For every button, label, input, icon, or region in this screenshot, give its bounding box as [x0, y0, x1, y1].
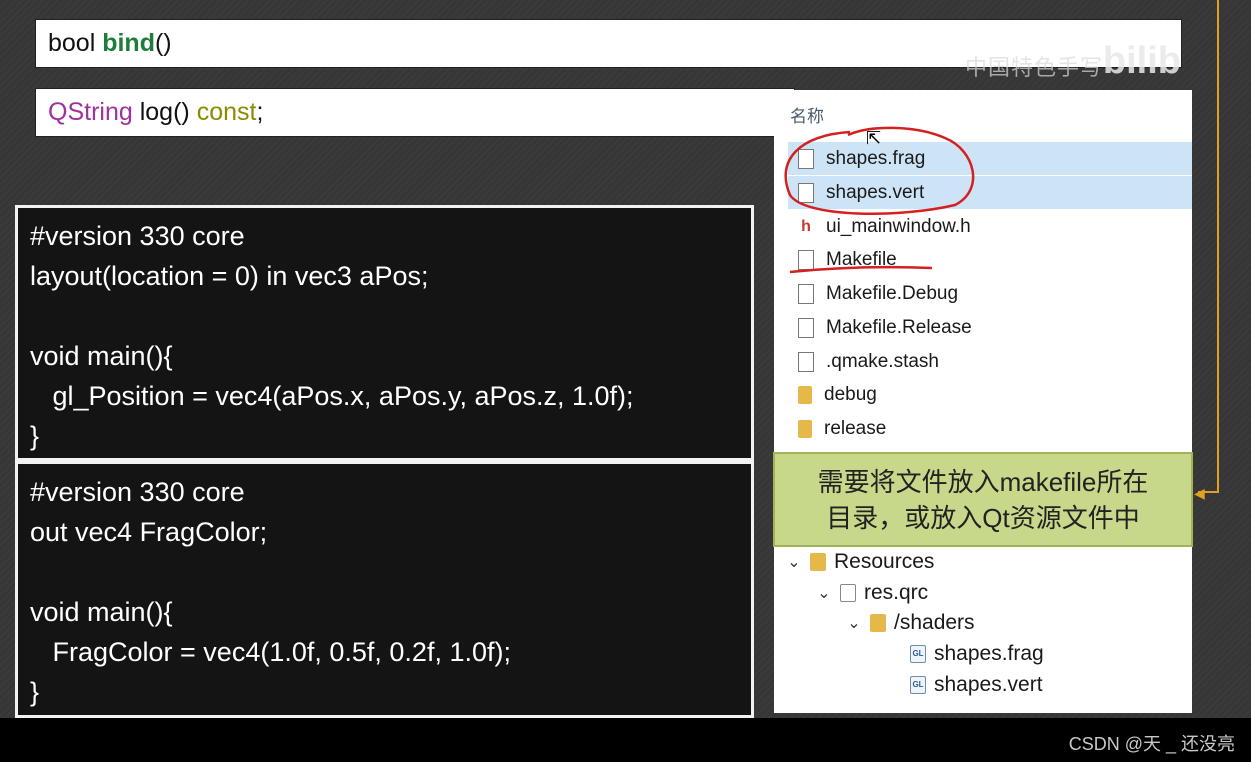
mouse-cursor-icon: ⇱ — [866, 128, 882, 148]
tree-node-resources[interactable]: ⌄ Resources — [784, 547, 934, 577]
code-line: #version 330 core — [30, 221, 245, 251]
tree-node-shapes-vert[interactable]: GL shapes.vert — [904, 670, 1043, 700]
fragment-shader-code: #version 330 core out vec4 FragColor; voi… — [15, 461, 754, 718]
file-name: Makefile.Release — [826, 316, 972, 338]
file-name: .qmake.stash — [826, 350, 939, 372]
tree-node-label: res.qrc — [864, 581, 929, 604]
bind-signature-box: bool bind() 中国特色手写 bilib — [35, 19, 1182, 82]
folder-icon — [870, 614, 886, 632]
file-row-shapes-frag[interactable]: shapes.frag — [788, 142, 1192, 175]
file-row-makefile[interactable]: Makefile — [788, 243, 1192, 276]
file-row-shapes-vert[interactable]: shapes.vert — [788, 176, 1192, 209]
csdn-credit: CSDN @天 _ 还没亮 — [1068, 734, 1235, 754]
callout-note: 需要将文件放入makefile所在 目录，或放入Qt资源文件中 — [773, 452, 1193, 547]
tree-node-label: shapes.frag — [934, 642, 1044, 665]
callout-line-1: 需要将文件放入makefile所在 — [817, 467, 1149, 497]
resources-folder-icon — [810, 553, 826, 571]
code-line: FragColor = vec4(1.0f, 0.5f, 0.2f, 1.0f)… — [30, 637, 511, 667]
bind-function-name: bind — [102, 29, 155, 57]
file-icon — [798, 148, 814, 169]
file-icon — [798, 351, 814, 372]
bind-return-type: bool — [48, 29, 96, 57]
file-name: ui_mainwindow.h — [826, 215, 971, 237]
tree-node-shapes-frag[interactable]: GL shapes.frag — [904, 639, 1044, 669]
log-qualifier: const — [196, 98, 257, 126]
folder-icon — [798, 385, 812, 404]
resource-tree: ⌄ Resources ⌄ res.qrc ⌄ /shaders GL shap… — [774, 547, 1192, 713]
bilibili-logo: bilib — [1102, 40, 1181, 82]
tree-node-label: Resources — [834, 550, 935, 573]
file-row-makefile-debug[interactable]: Makefile.Debug — [788, 277, 1192, 310]
file-name: release — [824, 417, 887, 439]
file-name: shapes.frag — [826, 147, 926, 169]
chevron-down-icon[interactable]: ⌄ — [784, 552, 804, 572]
file-name: debug — [824, 383, 877, 405]
code-line: gl_Position = vec4(aPos.x, aPos.y, aPos.… — [30, 381, 634, 411]
tree-node-label: /shaders — [894, 611, 975, 634]
file-icon — [798, 317, 814, 338]
file-name: shapes.vert — [826, 181, 925, 203]
log-return-type: QString — [48, 98, 133, 126]
tree-node-label: shapes.vert — [934, 673, 1043, 696]
file-icon — [798, 283, 814, 304]
code-line: void main(){ — [30, 597, 173, 627]
code-line: #version 330 core — [30, 477, 245, 507]
folder-icon — [798, 419, 812, 438]
orange-connector-line — [1217, 0, 1219, 492]
tree-node-res-qrc[interactable]: ⌄ res.qrc — [814, 578, 928, 608]
header-file-icon: h — [798, 216, 814, 237]
log-function-name: log() — [139, 98, 190, 126]
tree-node-shaders-prefix[interactable]: ⌄ /shaders — [844, 608, 975, 638]
file-row-makefile-release[interactable]: Makefile.Release — [788, 311, 1192, 344]
file-explorer: 名称 shapes.frag shapes.vert h ui_mainwind… — [774, 90, 1192, 452]
file-row-debug[interactable]: debug — [788, 378, 1192, 411]
file-icon — [798, 249, 814, 270]
name-column-header[interactable]: 名称 — [790, 102, 824, 127]
file-row-ui-mainwindow-h[interactable]: h ui_mainwindow.h — [788, 210, 1192, 243]
code-line: } — [30, 677, 40, 707]
qrc-file-icon — [840, 584, 856, 602]
chevron-down-icon[interactable]: ⌄ — [844, 613, 864, 633]
file-row-release[interactable]: release — [788, 412, 1192, 445]
file-name: Makefile — [826, 248, 897, 270]
file-row-qmake-stash[interactable]: .qmake.stash — [788, 345, 1192, 378]
chevron-down-icon[interactable]: ⌄ — [814, 583, 834, 603]
file-icon — [798, 182, 814, 203]
code-line: layout(location = 0) in vec3 aPos; — [30, 261, 429, 291]
code-line: out vec4 FragColor; — [30, 517, 268, 547]
log-terminator: ; — [256, 98, 264, 126]
orange-arrow-icon: ◀ — [1194, 485, 1205, 501]
bind-args: () — [154, 29, 172, 57]
log-signature-box: QString log() const; — [35, 88, 795, 137]
code-line: } — [30, 421, 40, 451]
watermark-text: 中国特色手写 — [964, 55, 1103, 80]
file-name: Makefile.Debug — [826, 282, 959, 304]
vertex-shader-code: #version 330 core layout(location = 0) in… — [15, 205, 754, 461]
gl-shader-file-icon: GL — [910, 676, 926, 694]
callout-line-2: 目录，或放入Qt资源文件中 — [826, 503, 1140, 533]
gl-shader-file-icon: GL — [910, 645, 926, 663]
code-line: void main(){ — [30, 341, 173, 371]
footer-bar: CSDN @天 _ 还没亮 — [0, 718, 1251, 762]
